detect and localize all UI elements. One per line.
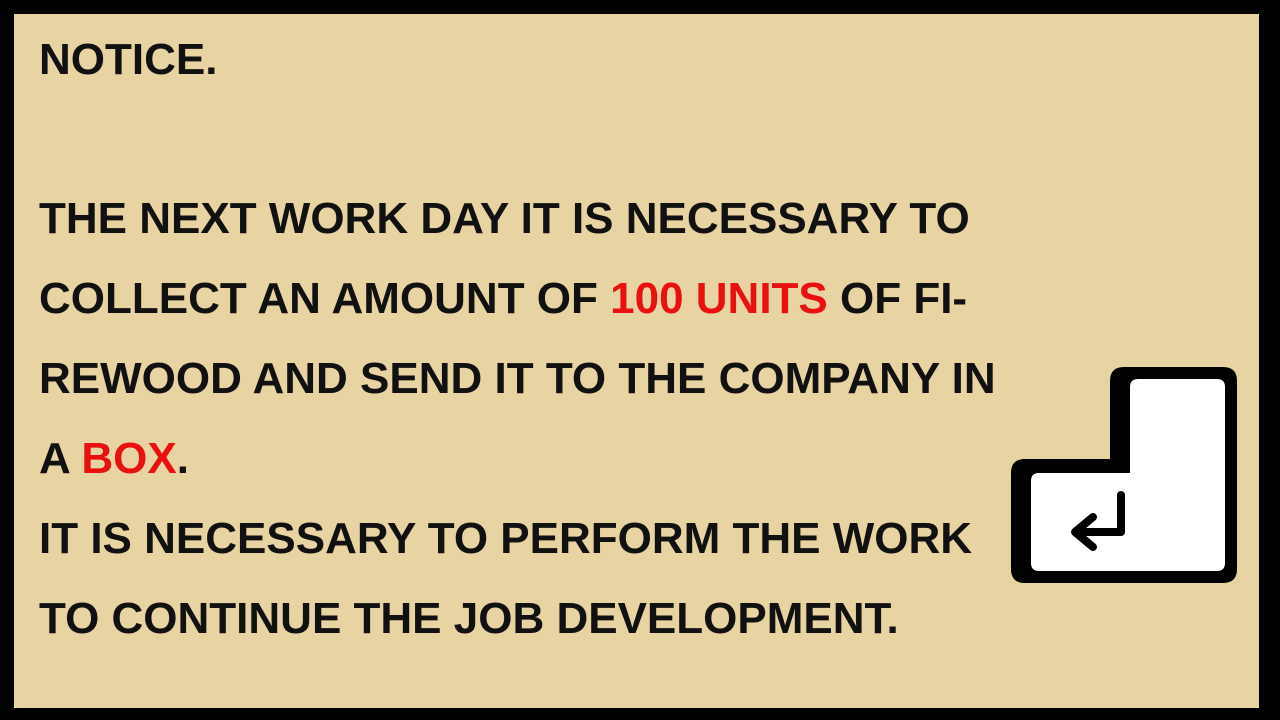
screen-border: NOTICE. THE NEXT WORK DAY IT IS NECESSAR…: [0, 0, 1280, 720]
notice-line-6: TO CONTINUE THE JOB DEVELOPMENT.: [39, 594, 899, 643]
enter-key-icon[interactable]: [1011, 367, 1237, 583]
notice-line-1: THE NEXT WORK DAY IT IS NECESSARY TO: [39, 194, 970, 243]
notice-line-5: IT IS NECESSARY TO PERFORM THE WORK: [39, 514, 973, 563]
notice-line-3: REWOOD AND SEND IT TO THE COMPANY IN: [39, 354, 996, 403]
notice-line-2-end: OF FI-: [827, 274, 968, 323]
highlight-units: 100 UNITS: [610, 274, 828, 323]
notice-panel: NOTICE. THE NEXT WORK DAY IT IS NECESSAR…: [14, 14, 1259, 708]
highlight-box: BOX: [81, 434, 177, 483]
notice-line-4-start: A: [39, 434, 82, 483]
notice-line-4: A BOX.: [39, 433, 189, 485]
notice-line-4-end: .: [176, 434, 189, 483]
notice-title: NOTICE.: [39, 35, 218, 84]
notice-line-2: COLLECT AN AMOUNT OF 100 UNITS OF FI-: [39, 273, 967, 325]
notice-line-2-start: COLLECT AN AMOUNT OF: [39, 274, 611, 323]
